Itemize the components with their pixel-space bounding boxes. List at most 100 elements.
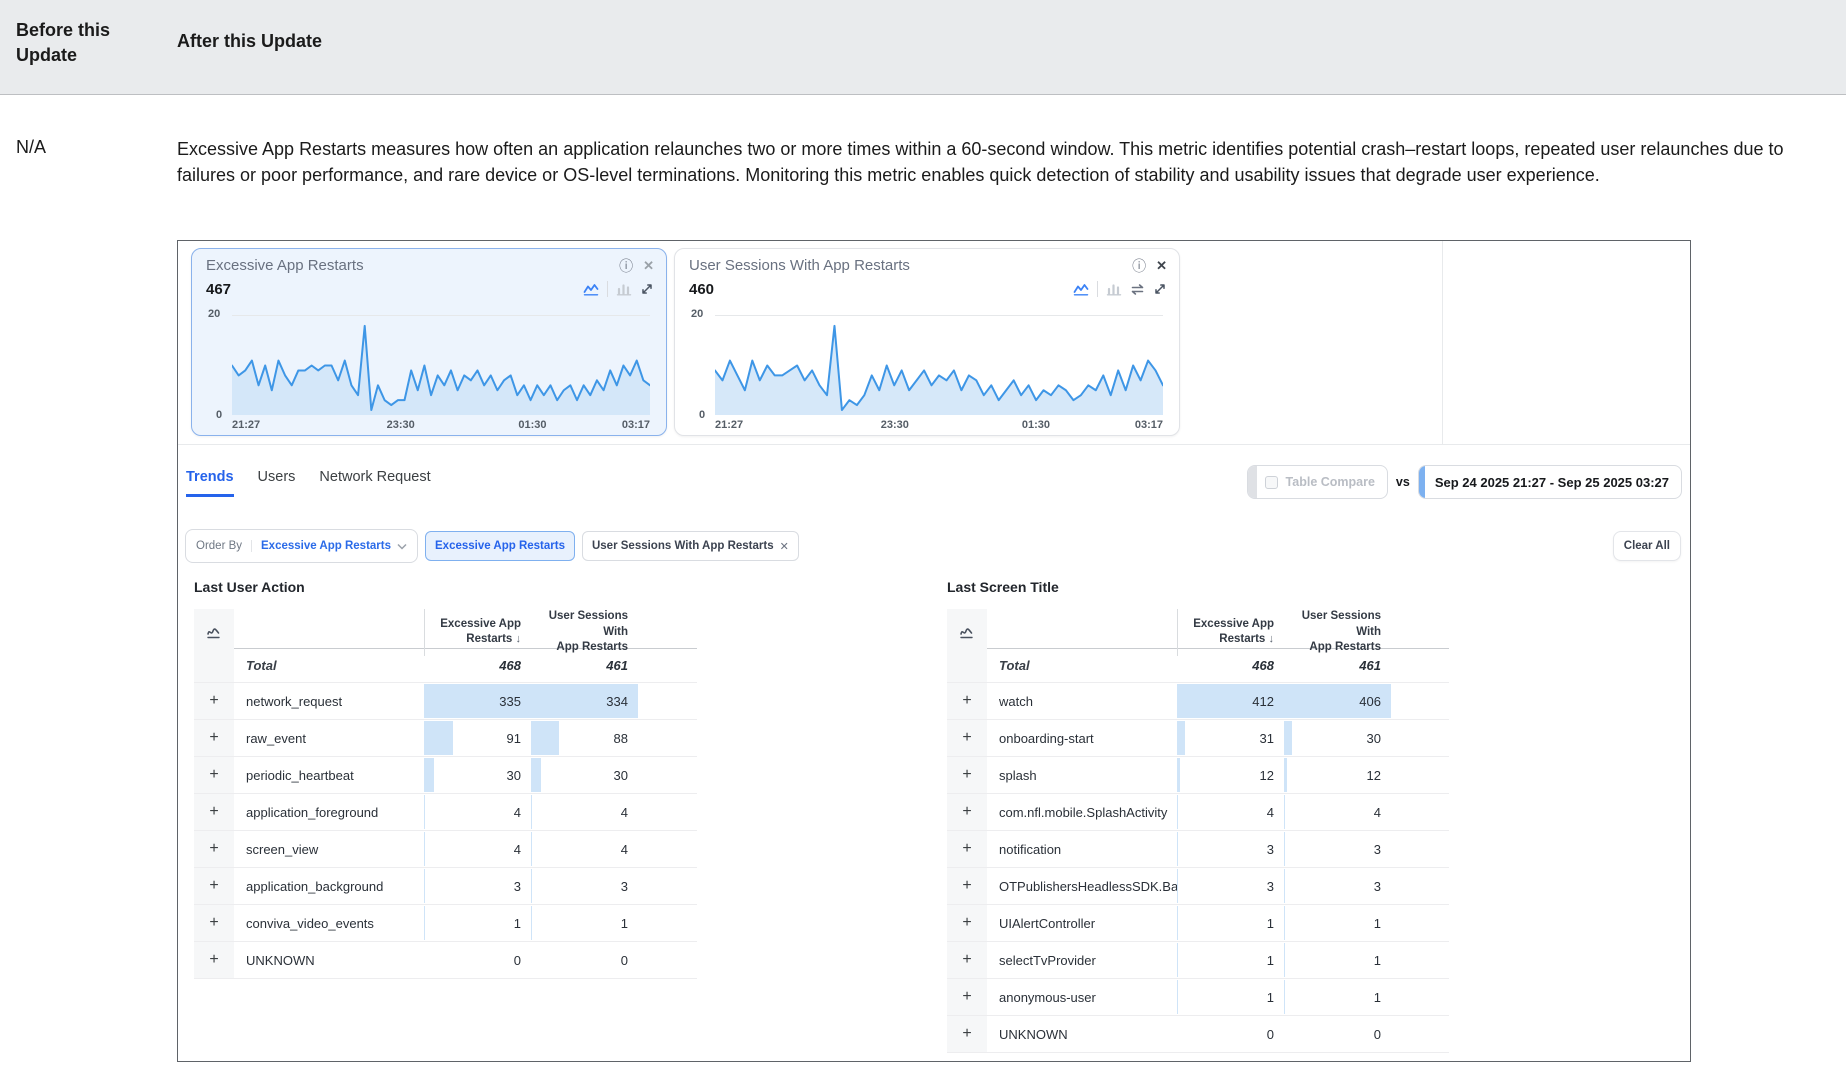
row-tail-cell bbox=[1391, 979, 1449, 1015]
column-header-line: Restarts ↓ bbox=[466, 632, 521, 648]
table-row[interactable]: +conviva_video_events11 bbox=[194, 905, 697, 942]
row-tail-cell bbox=[638, 683, 697, 719]
bar-chart-icon[interactable] bbox=[616, 282, 632, 296]
expand-row-icon[interactable]: + bbox=[209, 729, 218, 747]
table-row[interactable]: +selectTvProvider11 bbox=[947, 942, 1449, 979]
expand-icon[interactable] bbox=[640, 282, 654, 296]
expand-cell: + bbox=[947, 794, 987, 830]
column-header-line: Excessive App bbox=[1193, 617, 1274, 633]
trend-line-icon[interactable] bbox=[959, 625, 975, 640]
value-bar bbox=[1177, 832, 1178, 866]
tab-trends[interactable]: Trends bbox=[186, 469, 234, 497]
sort-descending-icon: ↓ bbox=[1269, 633, 1275, 645]
dashboard-screenshot: Excessive App Restartsⓘ✕46720021:2723:30… bbox=[177, 240, 1691, 1062]
table-row[interactable]: +watch412406 bbox=[947, 683, 1449, 720]
metric-card-2[interactable]: User Sessions With App Restartsⓘ✕4602002… bbox=[674, 248, 1180, 436]
expand-row-icon[interactable]: + bbox=[209, 951, 218, 969]
total-value: 461 bbox=[1284, 649, 1391, 682]
date-range-picker[interactable]: Sep 24 2025 21:27 - Sep 25 2025 03:27 bbox=[1418, 465, 1682, 499]
expand-icon[interactable] bbox=[1153, 282, 1167, 296]
table-row[interactable]: +OTPublishersHeadlessSDK.Ban...33 bbox=[947, 868, 1449, 905]
close-icon[interactable]: ✕ bbox=[1156, 258, 1167, 274]
expand-row-icon[interactable]: + bbox=[209, 803, 218, 821]
expand-row-icon[interactable]: + bbox=[209, 766, 218, 784]
row-tail-cell bbox=[1391, 683, 1449, 719]
date-range-accent bbox=[1419, 465, 1425, 499]
table-row[interactable]: +screen_view44 bbox=[194, 831, 697, 868]
info-icon[interactable]: ⓘ bbox=[619, 259, 633, 273]
order-by-dropdown[interactable]: Order By Excessive App Restarts bbox=[185, 529, 418, 563]
value-text: 3 bbox=[1267, 842, 1274, 857]
expand-row-icon[interactable]: + bbox=[962, 840, 971, 858]
table-row[interactable]: +application_foreground44 bbox=[194, 794, 697, 831]
expand-row-icon[interactable]: + bbox=[962, 692, 971, 710]
value-text: 335 bbox=[499, 694, 521, 709]
swap-axes-icon[interactable] bbox=[1130, 283, 1145, 296]
row-tail-cell bbox=[638, 831, 697, 867]
row-tail-cell bbox=[1391, 757, 1449, 793]
row-tail-cell bbox=[1391, 794, 1449, 830]
metric-chip[interactable]: Excessive App Restarts bbox=[425, 531, 575, 561]
table-row[interactable]: +network_request335334 bbox=[194, 683, 697, 720]
value-text: 12 bbox=[1260, 768, 1274, 783]
tab-users[interactable]: Users bbox=[258, 469, 296, 497]
line-chart-icon[interactable] bbox=[1073, 282, 1089, 296]
table-header-row: Excessive AppRestarts ↓User Sessions Wit… bbox=[947, 609, 1449, 649]
info-icon[interactable]: ⓘ bbox=[1132, 259, 1146, 273]
metric-card-1[interactable]: Excessive App Restartsⓘ✕46720021:2723:30… bbox=[191, 248, 667, 436]
row-value-cell: 4 bbox=[424, 831, 531, 867]
row-tail-cell bbox=[1391, 905, 1449, 941]
expand-cell: + bbox=[947, 979, 987, 1015]
expand-row-icon[interactable]: + bbox=[962, 988, 971, 1006]
tab-network-request[interactable]: Network Request bbox=[319, 469, 430, 497]
expand-row-icon[interactable]: + bbox=[962, 1025, 971, 1043]
table-compare-label: Table Compare bbox=[1286, 475, 1375, 489]
table-row[interactable]: +UNKNOWN00 bbox=[194, 942, 697, 979]
chart-type-icons bbox=[583, 281, 654, 297]
close-icon[interactable]: ✕ bbox=[643, 258, 654, 274]
expand-row-icon[interactable]: + bbox=[962, 951, 971, 969]
row-value-cell: 91 bbox=[424, 720, 531, 756]
bar-chart-icon[interactable] bbox=[1106, 282, 1122, 296]
row-value-cell: 30 bbox=[531, 757, 638, 793]
table-row[interactable]: +UNKNOWN00 bbox=[947, 1016, 1449, 1053]
table-row[interactable]: +application_background33 bbox=[194, 868, 697, 905]
expand-row-icon[interactable]: + bbox=[962, 914, 971, 932]
table-row[interactable]: +notification33 bbox=[947, 831, 1449, 868]
table-row[interactable]: +periodic_heartbeat3030 bbox=[194, 757, 697, 794]
sparkline-svg bbox=[715, 316, 1163, 415]
value-text: 30 bbox=[614, 768, 628, 783]
row-name: application_foreground bbox=[234, 794, 424, 830]
chip-remove-icon[interactable]: ✕ bbox=[780, 540, 789, 553]
table-row[interactable]: +raw_event9188 bbox=[194, 720, 697, 757]
value-text: 468 bbox=[499, 658, 521, 673]
expand-row-icon[interactable]: + bbox=[209, 840, 218, 858]
value-text: 4 bbox=[514, 842, 521, 857]
total-value: 461 bbox=[531, 649, 638, 682]
table-row[interactable]: +com.nfl.mobile.SplashActivity44 bbox=[947, 794, 1449, 831]
table-row[interactable]: +UIAlertController11 bbox=[947, 905, 1449, 942]
expand-row-icon[interactable]: + bbox=[962, 803, 971, 821]
row-tail-cell bbox=[1391, 868, 1449, 904]
table-row[interactable]: +anonymous-user11 bbox=[947, 979, 1449, 1016]
expand-row-icon[interactable]: + bbox=[209, 692, 218, 710]
metric-chip[interactable]: User Sessions With App Restarts✕ bbox=[582, 531, 799, 561]
table-compare-toggle[interactable]: Table Compare bbox=[1247, 465, 1388, 499]
row-value-cell: 4 bbox=[1177, 794, 1284, 830]
table-row[interactable]: +onboarding-start3130 bbox=[947, 720, 1449, 757]
expand-row-icon[interactable]: + bbox=[209, 914, 218, 932]
table-compare-checkbox[interactable] bbox=[1265, 476, 1278, 489]
row-value-cell: 12 bbox=[1284, 757, 1391, 793]
trend-line-icon[interactable] bbox=[206, 625, 222, 640]
expand-cell: + bbox=[947, 757, 987, 793]
clear-all-button[interactable]: Clear All bbox=[1613, 531, 1681, 561]
expand-row-icon[interactable]: + bbox=[962, 766, 971, 784]
row-value-cell: 30 bbox=[1284, 720, 1391, 756]
value-bar bbox=[1284, 758, 1287, 792]
expand-row-icon[interactable]: + bbox=[962, 877, 971, 895]
expand-row-icon[interactable]: + bbox=[209, 877, 218, 895]
table-row[interactable]: +splash1212 bbox=[947, 757, 1449, 794]
expand-row-icon[interactable]: + bbox=[962, 729, 971, 747]
row-value-cell: 88 bbox=[531, 720, 638, 756]
line-chart-icon[interactable] bbox=[583, 282, 599, 296]
